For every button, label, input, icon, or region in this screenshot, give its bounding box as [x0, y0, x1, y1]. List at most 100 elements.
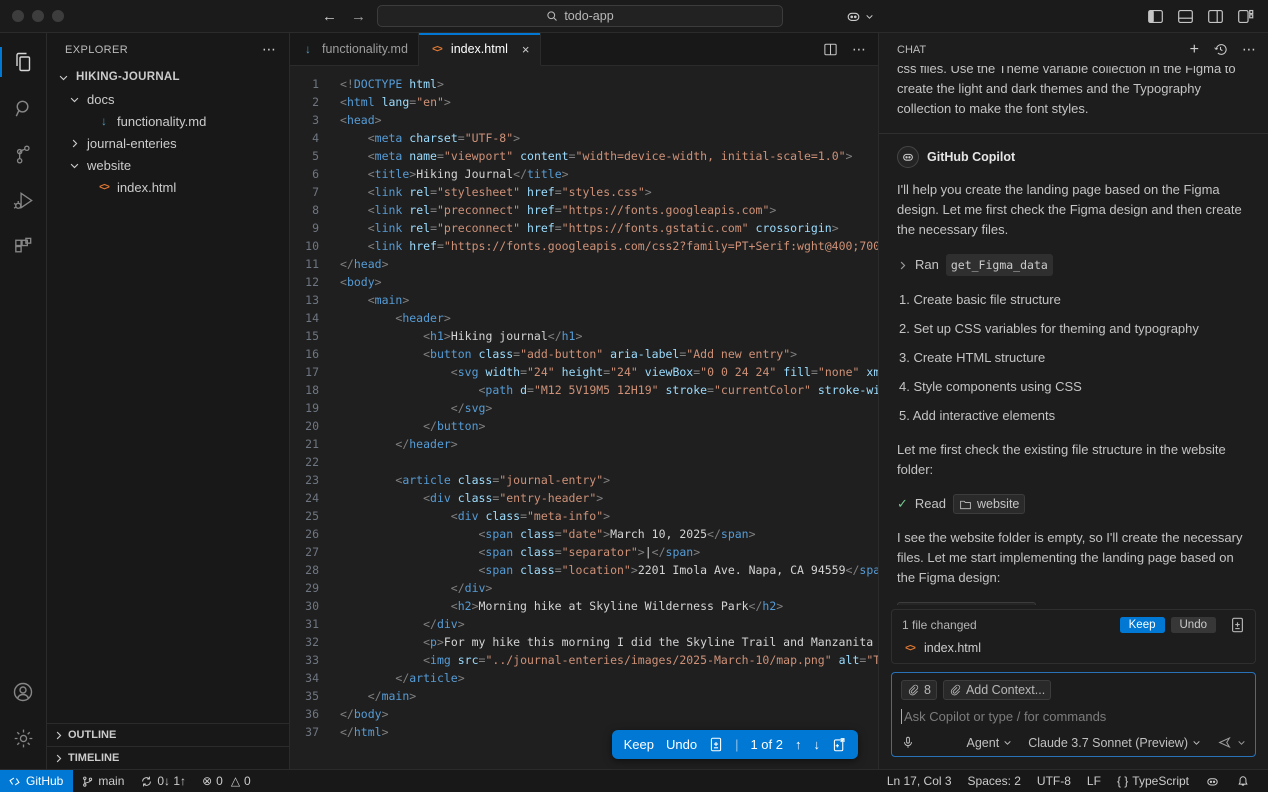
tab-index-html[interactable]: <> index.html ×: [418, 33, 541, 66]
chat-more-actions[interactable]: ⋯: [1242, 41, 1256, 58]
mode-selector[interactable]: Agent: [967, 736, 1013, 750]
tool-call-read[interactable]: ✓ Read website: [897, 494, 1250, 514]
open-diff-icon[interactable]: [832, 737, 846, 752]
notifications-bell[interactable]: [1228, 770, 1258, 792]
tree-item-index-html[interactable]: <> index.html: [47, 176, 289, 198]
code-line-28[interactable]: 28 <span class="location">2201 Imola Ave…: [290, 561, 878, 579]
tab-functionality-md[interactable]: ↓ functionality.md: [290, 33, 419, 65]
eol-setting[interactable]: LF: [1079, 770, 1109, 792]
tool-call-ran[interactable]: Ran get_Figma_data: [897, 254, 1250, 276]
next-change-arrow[interactable]: ↓: [814, 737, 821, 752]
source-control-icon[interactable]: [0, 131, 47, 177]
close-tab-icon[interactable]: ×: [522, 42, 530, 57]
code-line-25[interactable]: 25 <div class="meta-info">: [290, 507, 878, 525]
undo-change-button[interactable]: Undo: [666, 737, 697, 752]
timeline-section[interactable]: TIMELINE: [47, 746, 289, 769]
code-line-31[interactable]: 31 </div>: [290, 615, 878, 633]
previous-change-arrow[interactable]: ↑: [795, 737, 802, 752]
sync-indicator[interactable]: 0↓ 1↑: [132, 770, 194, 792]
new-chat-icon[interactable]: +: [1190, 41, 1199, 59]
command-center-search[interactable]: todo-app: [377, 5, 783, 27]
chat-history-icon[interactable]: [1213, 42, 1228, 57]
code-line-17[interactable]: 17 <svg width="24" height="24" viewBox="…: [290, 363, 878, 381]
window-controls[interactable]: [12, 10, 64, 22]
code-line-6[interactable]: 6 <title>Hiking Journal</title>: [290, 165, 878, 183]
cursor-position[interactable]: Ln 17, Col 3: [879, 770, 960, 792]
code-line-23[interactable]: 23 <article class="journal-entry">: [290, 471, 878, 489]
accounts-icon[interactable]: [0, 669, 47, 715]
editor-more-actions[interactable]: ⋯: [852, 41, 866, 58]
read-target-chip[interactable]: website: [952, 494, 1026, 514]
code-line-8[interactable]: 8 <link rel="preconnect" href="https://f…: [290, 201, 878, 219]
split-editor-icon[interactable]: [823, 42, 838, 57]
model-selector[interactable]: Claude 3.7 Sonnet (Preview): [1028, 736, 1201, 750]
code-line-5[interactable]: 5 <meta name="viewport" content="width=d…: [290, 147, 878, 165]
branch-indicator[interactable]: main: [73, 770, 132, 792]
keep-all-button[interactable]: Keep: [1119, 617, 1165, 633]
toggle-secondary-sidebar-icon[interactable]: [1207, 8, 1224, 25]
explorer-more-actions[interactable]: ⋯: [262, 41, 277, 58]
maximize-window-icon[interactable]: [52, 10, 64, 22]
indentation-setting[interactable]: Spaces: 2: [960, 770, 1029, 792]
chat-input[interactable]: [901, 709, 1246, 724]
code-line-20[interactable]: 20 </button>: [290, 417, 878, 435]
tree-item-website[interactable]: website: [47, 154, 289, 176]
code-line-14[interactable]: 14 <header>: [290, 309, 878, 327]
close-window-icon[interactable]: [12, 10, 24, 22]
code-line-34[interactable]: 34 </article>: [290, 669, 878, 687]
code-line-26[interactable]: 26 <span class="date">March 10, 2025</sp…: [290, 525, 878, 543]
explorer-icon[interactable]: [0, 39, 47, 85]
copilot-menu[interactable]: [845, 8, 874, 25]
settings-gear-icon[interactable]: [0, 715, 47, 761]
code-line-27[interactable]: 27 <span class="separator">|</span>: [290, 543, 878, 561]
search-view-icon[interactable]: [0, 85, 47, 131]
encoding-setting[interactable]: UTF-8: [1029, 770, 1079, 792]
code-line-10[interactable]: 10 <link href="https://fonts.googleapis.…: [290, 237, 878, 255]
extensions-icon[interactable]: [0, 223, 47, 269]
language-mode[interactable]: { } TypeScript: [1109, 770, 1197, 792]
code-line-13[interactable]: 13 <main>: [290, 291, 878, 309]
tree-item-docs[interactable]: docs: [47, 88, 289, 110]
tree-item-functionality-md[interactable]: ↓ functionality.md: [47, 110, 289, 132]
keep-change-button[interactable]: Keep: [624, 737, 654, 752]
code-line-2[interactable]: 2 <html lang="en">: [290, 93, 878, 111]
code-line-32[interactable]: 32 <p>For my hike this morning I did the…: [290, 633, 878, 651]
back-button[interactable]: ←: [322, 8, 337, 25]
forward-button[interactable]: →: [351, 8, 366, 25]
view-diff-icon[interactable]: [1230, 617, 1245, 633]
code-line-33[interactable]: 33 <img src="../journal-enteries/images/…: [290, 651, 878, 669]
copilot-status[interactable]: [1197, 770, 1228, 792]
run-debug-icon[interactable]: [0, 177, 47, 223]
tree-item-journal-enteries[interactable]: journal-enteries: [47, 132, 289, 154]
code-line-9[interactable]: 9 <link rel="preconnect" href="https://f…: [290, 219, 878, 237]
code-line-22[interactable]: 22: [290, 453, 878, 471]
remote-indicator[interactable]: GitHub: [0, 770, 74, 792]
toggle-panel-icon[interactable]: [1177, 8, 1194, 25]
toggle-primary-sidebar-icon[interactable]: [1147, 8, 1164, 25]
code-line-19[interactable]: 19 </svg>: [290, 399, 878, 417]
code-line-7[interactable]: 7 <link rel="stylesheet" href="styles.cs…: [290, 183, 878, 201]
code-line-36[interactable]: 36 </body>: [290, 705, 878, 723]
code-line-16[interactable]: 16 <button class="add-button" aria-label…: [290, 345, 878, 363]
code-editor[interactable]: 1 <!DOCTYPE html> 2 <html lang="en"> 3 <head>…: [290, 66, 878, 769]
code-line-29[interactable]: 29 </div>: [290, 579, 878, 597]
changed-file-row[interactable]: <> index.html: [902, 641, 1245, 655]
diff-file-icon[interactable]: [709, 737, 723, 752]
chevron-down-icon[interactable]: [1237, 738, 1246, 747]
undo-all-button[interactable]: Undo: [1170, 617, 1216, 633]
code-line-30[interactable]: 30 <h2>Morning hike at Skyline Wildernes…: [290, 597, 878, 615]
microphone-icon[interactable]: [901, 735, 915, 750]
code-line-24[interactable]: 24 <div class="entry-header">: [290, 489, 878, 507]
code-line-12[interactable]: 12 <body>: [290, 273, 878, 291]
attachments-chip[interactable]: 8: [901, 680, 937, 700]
code-line-15[interactable]: 15 <h1>Hiking journal</h1>: [290, 327, 878, 345]
add-context-chip[interactable]: Add Context...: [942, 680, 1052, 700]
problems-indicator[interactable]: ⊗ 0 △ 0: [194, 770, 259, 792]
outline-section[interactable]: OUTLINE: [47, 723, 289, 746]
minimize-window-icon[interactable]: [32, 10, 44, 22]
code-line-21[interactable]: 21 </header>: [290, 435, 878, 453]
code-line-18[interactable]: 18 <path d="M12 5V19M5 12H19" stroke="cu…: [290, 381, 878, 399]
code-line-3[interactable]: 3 <head>: [290, 111, 878, 129]
send-icon[interactable]: [1217, 735, 1232, 750]
code-line-11[interactable]: 11 </head>: [290, 255, 878, 273]
